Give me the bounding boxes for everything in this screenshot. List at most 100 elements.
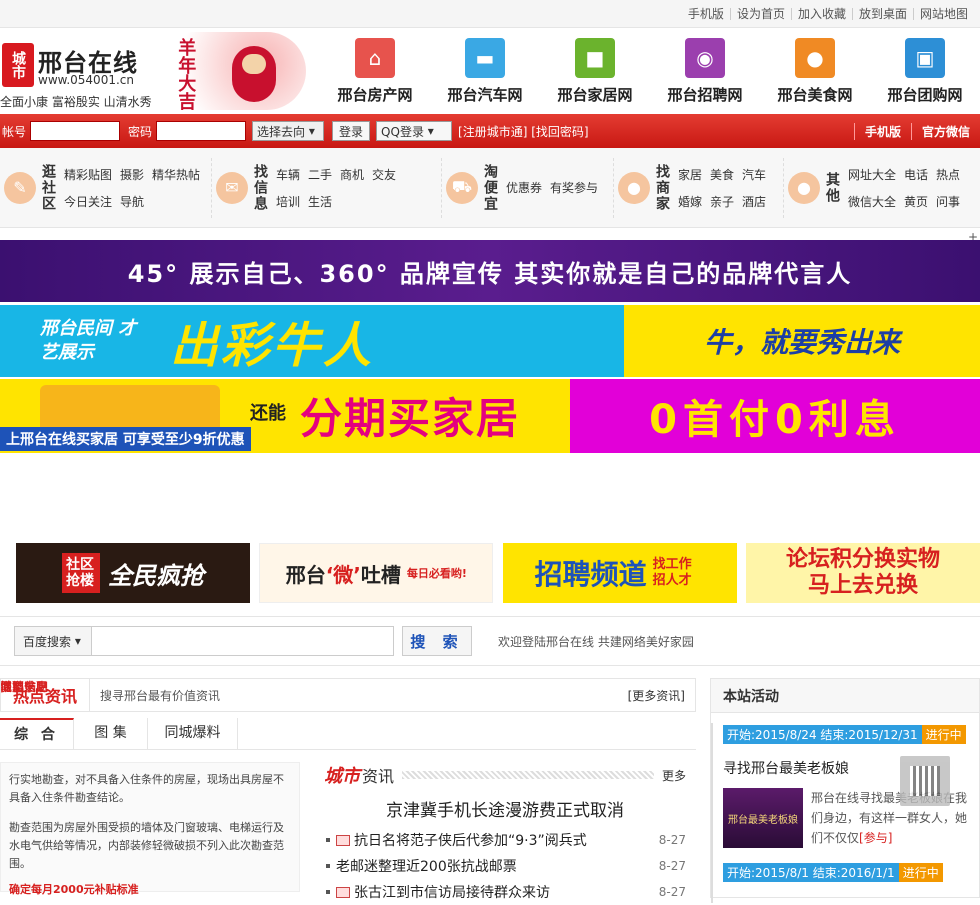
- location-icon: ●: [618, 171, 650, 204]
- site-home[interactable]: ■ 邢台家居网: [540, 37, 650, 105]
- list-item[interactable]: 张古江到市信访局接待群众来访 8-27: [324, 879, 686, 905]
- banner-furniture[interactable]: 还能 分期买家居 0首付0利息 上邢台在线买家居 可享受至少9折优惠: [0, 379, 980, 453]
- nav-links: 优惠券 促销信息 联盟卡 有奖参与: [0, 179, 598, 694]
- hot-news: 热点资讯 搜寻邢台最有价值资讯 [更多资讯] 综 合 图 集 同城爆料 行实地勘…: [0, 678, 696, 901]
- banner-furniture-title: 分期买家居: [300, 394, 521, 443]
- header: 城市 邢台在线 www.054001.cn 全面小康 富裕殷实 山清水秀 羊年大…: [0, 28, 980, 114]
- wechat-link[interactable]: 官方微信: [910, 122, 980, 140]
- nav-link[interactable]: 汽车: [742, 166, 766, 183]
- nav-link[interactable]: 精彩贴图: [64, 166, 112, 183]
- hot-news-header: 热点资讯 搜寻邢台最有价值资讯 [更多资讯]: [0, 678, 696, 712]
- search-type-select[interactable]: 百度搜索 ▾: [14, 626, 92, 656]
- nav-link[interactable]: 摄影: [120, 166, 144, 183]
- promo-jobs-text: 招聘频道: [534, 558, 647, 591]
- set-homepage-link[interactable]: 设为首页: [729, 7, 791, 20]
- site-links: ⌂ 邢台房产网 ▬ 邢台汽车网 ■ 邢台家居网 ◉ 邢台招聘网 ● 邢台美食网 …: [310, 37, 980, 105]
- city-news-more-link[interactable]: 更多: [662, 767, 686, 784]
- promo-jobs[interactable]: 招聘频道 找工作 招人才: [502, 543, 737, 603]
- search-input[interactable]: [92, 626, 394, 656]
- nav-link[interactable]: 二手: [308, 166, 332, 183]
- banner-talent-right: 牛，就要秀出来: [703, 326, 900, 359]
- add-favorite-link[interactable]: 加入收藏: [790, 7, 852, 20]
- nav-link[interactable]: 婚嫁: [678, 193, 702, 210]
- activity-item[interactable]: 开始:2015/8/1 结束:2016/1/1 进行中: [723, 863, 979, 882]
- nav-link[interactable]: 热点: [936, 166, 960, 183]
- site-car[interactable]: ▬ 邢台汽车网: [430, 37, 540, 105]
- qq-login-button[interactable]: QQ登录 ▾: [376, 121, 453, 141]
- activity-date-row: 开始:2015/8/1 结束:2016/1/1 进行中: [723, 863, 979, 882]
- destination-select[interactable]: 选择去向 ▾: [252, 121, 325, 141]
- sitemap-link[interactable]: 网站地图: [912, 7, 974, 20]
- category-nav: ✎ 逛社区 城市贴吧 精彩贴图 摄影 精华热帖 今日关注 导航 ✉ 找信息 招聘…: [0, 148, 980, 694]
- account-label: 帐号: [2, 124, 27, 139]
- activity-thumbnail[interactable]: 邢台最美老板娘: [723, 788, 803, 848]
- banner-brand[interactable]: 45° 展示自己、360° 品牌宣传 其实你就是自己的品牌代言人: [0, 240, 980, 302]
- hot-news-image-text: 行实地勘查，对不具备入住条件的房屋，现场出具房屋不具备入住条件勘查结论。: [9, 773, 284, 804]
- nav-link[interactable]: 优惠券: [506, 179, 542, 196]
- nav-group-title: 其他: [824, 171, 840, 204]
- welcome-text: 欢迎登陆邢台在线 共建网络美好家园: [498, 634, 694, 649]
- nav-link[interactable]: 交友: [372, 166, 396, 183]
- nav-link[interactable]: 今日关注: [64, 193, 112, 210]
- banner-talent[interactable]: 邢台民间 才艺展示 出彩牛人 牛，就要秀出来: [0, 305, 980, 377]
- tab-local-tips[interactable]: 同城爆料: [148, 718, 238, 749]
- site-food[interactable]: ● 邢台美食网: [760, 37, 870, 105]
- nav-link[interactable]: 生活: [308, 193, 332, 210]
- site-house[interactable]: ⌂ 邢台房产网: [320, 37, 430, 105]
- account-input[interactable]: [30, 121, 121, 141]
- activity-status-badge: 进行中: [898, 863, 943, 882]
- site-logo[interactable]: 城市 邢台在线 www.054001.cn 全面小康 富裕殷实 山清水秀: [0, 31, 152, 111]
- image-icon: [336, 834, 350, 846]
- hot-news-more-link[interactable]: [更多资讯]: [628, 687, 685, 704]
- nav-link[interactable]: 问事: [936, 193, 960, 210]
- nav-link[interactable]: 家居: [678, 166, 702, 183]
- search-button[interactable]: 搜 索: [402, 626, 472, 656]
- nav-link[interactable]: 商机: [340, 166, 364, 183]
- password-input[interactable]: [156, 121, 247, 141]
- site-groupbuy[interactable]: ▣ 邢台团购网: [870, 37, 980, 105]
- mobile-version-link[interactable]: 手机版: [853, 122, 911, 140]
- tab-general[interactable]: 综 合: [0, 718, 74, 749]
- promo-complain[interactable]: 邢台‘微’吐槽 每日必看哟!: [259, 543, 494, 603]
- activity-status-badge: 进行中: [921, 725, 966, 744]
- nav-link[interactable]: 网址大全: [848, 166, 896, 183]
- list-item[interactable]: 老邮迷整理近200张抗战邮票 8-27: [324, 853, 686, 879]
- nav-link[interactable]: 黄页: [904, 193, 928, 210]
- nav-link[interactable]: 导航: [120, 193, 144, 210]
- city-news-header: 城市 资讯 更多: [324, 762, 686, 788]
- join-link[interactable]: [参与]: [859, 831, 892, 845]
- nav-group-community: ✎ 逛社区 城市贴吧 精彩贴图 摄影 精华热帖 今日关注 导航: [0, 157, 212, 694]
- banner-furniture-zero-panel: 0首付0利息: [570, 379, 980, 453]
- banner-brand-text: 45° 展示自己、360° 品牌宣传 其实你就是自己的品牌代言人: [127, 259, 853, 288]
- qr-code-icon[interactable]: [900, 756, 950, 806]
- desktop-link[interactable]: 放到桌面: [851, 7, 913, 20]
- tab-gallery[interactable]: 图 集: [74, 718, 148, 749]
- list-item[interactable]: 抗日名将范子侠后代参加“9·3”阅兵式 8-27: [324, 827, 686, 853]
- news-date: 8-27: [658, 885, 686, 899]
- register-links[interactable]: [注册城市通] [找回密码]: [458, 123, 589, 140]
- site-job[interactable]: ◉ 邢台招聘网: [650, 37, 760, 105]
- nav-link[interactable]: 酒店: [742, 193, 766, 210]
- activity-date: 开始:2015/8/1 结束:2016/1/1: [723, 863, 899, 882]
- nav-link[interactable]: 有奖参与: [550, 179, 598, 196]
- login-button[interactable]: 登录: [332, 121, 371, 141]
- nav-link[interactable]: 微信大全: [848, 193, 896, 210]
- nav-link[interactable]: 美食: [710, 166, 734, 183]
- hot-news-subtitle: 搜寻邢台最有价值资讯: [100, 688, 221, 703]
- nav-link[interactable]: 车辆: [276, 166, 300, 183]
- promo-grab[interactable]: 社区抢楼 全民疯抢: [16, 543, 250, 603]
- nav-link[interactable]: 精华热帖: [152, 166, 200, 183]
- city-news-headline[interactable]: 京津冀手机长途漫游费正式取消: [324, 796, 686, 821]
- promo-points[interactable]: 论坛积分换实物 马上去兑换: [745, 543, 980, 603]
- site-label: 邢台汽车网: [447, 85, 523, 104]
- nav-links: 家居 美食 汽车 婚嫁 亲子 酒店: [678, 166, 766, 210]
- nav-link[interactable]: 培训: [276, 193, 300, 210]
- qr-pattern: [910, 766, 940, 796]
- banner-furniture-tag: 上邢台在线买家居 可享受至少9折优惠: [0, 427, 251, 451]
- hot-news-image[interactable]: 行实地勘查，对不具备入住条件的房屋，现场出具房屋不具备入住条件勘查结论。 勘查范…: [0, 762, 300, 896]
- city-news-title-a: 城市: [324, 766, 360, 787]
- nav-link[interactable]: 电话: [904, 166, 928, 183]
- mobile-link[interactable]: 手机版: [682, 8, 730, 20]
- nav-link[interactable]: 亲子: [710, 193, 734, 210]
- promo-points-text: 论坛积分换实物 马上去兑换: [785, 547, 940, 598]
